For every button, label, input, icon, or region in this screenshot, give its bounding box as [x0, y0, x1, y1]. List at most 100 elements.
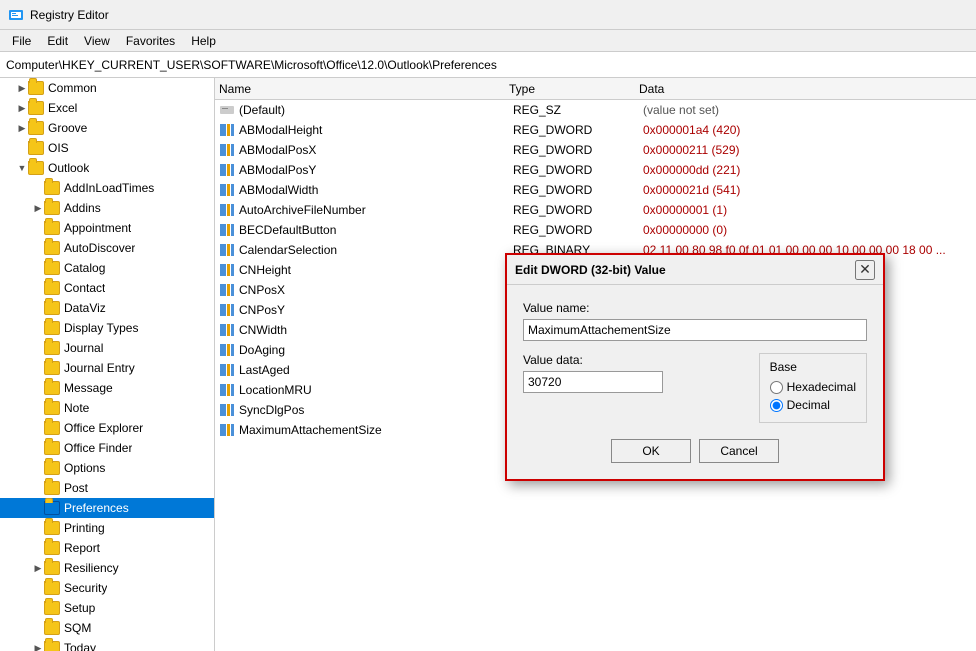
sidebar-item-label: Today: [64, 641, 96, 651]
table-row[interactable]: (Default) REG_SZ (value not set): [215, 100, 976, 120]
sidebar-item-printing[interactable]: ▶ Printing: [0, 518, 214, 538]
reg-entry-icon: [219, 102, 235, 118]
sidebar-item-label: Groove: [48, 121, 87, 135]
table-row[interactable]: ABModalPosY REG_DWORD 0x000000dd (221): [215, 160, 976, 180]
ok-button[interactable]: OK: [611, 439, 691, 463]
sidebar-item-label: AutoDiscover: [64, 241, 135, 255]
value-data-input[interactable]: [523, 371, 663, 393]
sidebar-item-officeexplorer[interactable]: ▶ Office Explorer: [0, 418, 214, 438]
menu-file[interactable]: File: [4, 32, 39, 50]
menu-favorites[interactable]: Favorites: [118, 32, 183, 50]
sidebar-item-preferences[interactable]: ▶ Preferences: [0, 498, 214, 518]
reg-entry-icon: [219, 302, 235, 318]
toggle-common[interactable]: ▶: [16, 82, 28, 94]
table-row[interactable]: BECDefaultButton REG_DWORD 0x00000000 (0…: [215, 220, 976, 240]
sidebar-item-addinloadtimes[interactable]: ▶ AddInLoadTimes: [0, 178, 214, 198]
sidebar-item-label: Addins: [64, 201, 101, 215]
sidebar-item-appointment[interactable]: ▶ Appointment: [0, 218, 214, 238]
sidebar-item-label: Contact: [64, 281, 105, 295]
sidebar-item-ois[interactable]: ▶ OIS: [0, 138, 214, 158]
menu-view[interactable]: View: [76, 32, 118, 50]
sidebar-item-contact[interactable]: ▶ Contact: [0, 278, 214, 298]
sidebar-item-label: Outlook: [48, 161, 89, 175]
decimal-radio[interactable]: [770, 399, 783, 412]
address-path: Computer\HKEY_CURRENT_USER\SOFTWARE\Micr…: [6, 58, 497, 72]
sidebar-item-label: SQM: [64, 621, 91, 635]
toggle-groove[interactable]: ▶: [16, 122, 28, 134]
value-name-input[interactable]: [523, 319, 867, 341]
sidebar-item-excel[interactable]: ▶ Excel: [0, 98, 214, 118]
folder-icon: [44, 321, 60, 335]
folder-icon: [44, 261, 60, 275]
table-row[interactable]: AutoArchiveFileNumber REG_DWORD 0x000000…: [215, 200, 976, 220]
reg-entry-data: 0x000001a4 (420): [643, 123, 972, 137]
table-row[interactable]: ABModalHeight REG_DWORD 0x000001a4 (420): [215, 120, 976, 140]
edit-dword-dialog: Edit DWORD (32-bit) Value ✕ Value name: …: [505, 253, 885, 481]
reg-entry-icon: [219, 402, 235, 418]
reg-entry-icon: [219, 142, 235, 158]
sidebar-item-journalentry[interactable]: ▶ Journal Entry: [0, 358, 214, 378]
sidebar-item-catalog[interactable]: ▶ Catalog: [0, 258, 214, 278]
reg-entry-icon: [219, 382, 235, 398]
reg-entry-type: REG_DWORD: [513, 143, 643, 157]
sidebar-item-addins[interactable]: ▶ Addins: [0, 198, 214, 218]
table-row[interactable]: ABModalWidth REG_DWORD 0x0000021d (541): [215, 180, 976, 200]
sidebar-item-today[interactable]: ▶ Today: [0, 638, 214, 651]
reg-entry-name: ABModalHeight: [239, 123, 513, 137]
menu-help[interactable]: Help: [183, 32, 224, 50]
toggle[interactable]: ▶: [32, 202, 44, 214]
sidebar-item-label: Printing: [64, 521, 105, 535]
reg-entry-name: LocationMRU: [239, 383, 513, 397]
hexadecimal-radio[interactable]: [770, 381, 783, 394]
sidebar-item-setup[interactable]: ▶ Setup: [0, 598, 214, 618]
reg-entry-type: REG_DWORD: [513, 123, 643, 137]
table-row[interactable]: ABModalPosX REG_DWORD 0x00000211 (529): [215, 140, 976, 160]
dialog-data-row: Value data: Base Hexadecimal Decimal: [523, 353, 867, 423]
sidebar-item-autodiscover[interactable]: ▶ AutoDiscover: [0, 238, 214, 258]
folder-icon: [44, 181, 60, 195]
reg-entry-icon: [219, 342, 235, 358]
reg-entry-icon: [219, 422, 235, 438]
sidebar-item-dataviz[interactable]: ▶ DataViz: [0, 298, 214, 318]
toggle-outlook[interactable]: ▼: [16, 162, 28, 174]
folder-icon: [44, 221, 60, 235]
sidebar-item-label: AddInLoadTimes: [64, 181, 154, 195]
menu-bar: File Edit View Favorites Help: [0, 30, 976, 52]
sidebar-item-security[interactable]: ▶ Security: [0, 578, 214, 598]
reg-entry-name: CNHeight: [239, 263, 513, 277]
sidebar-item-sqm[interactable]: ▶ SQM: [0, 618, 214, 638]
reg-entry-data: 0x00000211 (529): [643, 143, 972, 157]
sidebar-item-groove[interactable]: ▶ Groove: [0, 118, 214, 138]
address-bar: Computer\HKEY_CURRENT_USER\SOFTWARE\Micr…: [0, 52, 976, 78]
sidebar-item-label: DataViz: [64, 301, 106, 315]
sidebar-item-resiliency[interactable]: ▶ Resiliency: [0, 558, 214, 578]
decimal-option[interactable]: Decimal: [770, 398, 856, 412]
tree-pane[interactable]: ▶ Common ▶ Excel ▶ Groove ▶ OIS ▼ Outloo…: [0, 78, 215, 651]
reg-entry-name: DoAging: [239, 343, 513, 357]
sidebar-item-journal[interactable]: ▶ Journal: [0, 338, 214, 358]
cancel-button[interactable]: Cancel: [699, 439, 779, 463]
dialog-close-button[interactable]: ✕: [855, 260, 875, 280]
reg-entry-data: (value not set): [643, 103, 972, 117]
sidebar-item-message[interactable]: ▶ Message: [0, 378, 214, 398]
sidebar-item-report[interactable]: ▶ Report: [0, 538, 214, 558]
reg-entry-type: REG_DWORD: [513, 223, 643, 237]
sidebar-item-common[interactable]: ▶ Common: [0, 78, 214, 98]
sidebar-item-displaytypes[interactable]: ▶ Display Types: [0, 318, 214, 338]
menu-edit[interactable]: Edit: [39, 32, 76, 50]
toggle-excel[interactable]: ▶: [16, 102, 28, 114]
toggle[interactable]: ▶: [32, 642, 44, 651]
folder-icon: [28, 81, 44, 95]
sidebar-item-post[interactable]: ▶ Post: [0, 478, 214, 498]
hexadecimal-option[interactable]: Hexadecimal: [770, 380, 856, 394]
sidebar-item-options[interactable]: ▶ Options: [0, 458, 214, 478]
sidebar-item-label: Resiliency: [64, 561, 119, 575]
sidebar-item-note[interactable]: ▶ Note: [0, 398, 214, 418]
folder-icon: [28, 101, 44, 115]
toggle[interactable]: ▶: [32, 562, 44, 574]
base-label: Base: [770, 360, 856, 374]
folder-icon: [28, 161, 44, 175]
sidebar-item-outlook[interactable]: ▼ Outlook: [0, 158, 214, 178]
sidebar-item-officefinder[interactable]: ▶ Office Finder: [0, 438, 214, 458]
sidebar-item-label: Appointment: [64, 221, 131, 235]
